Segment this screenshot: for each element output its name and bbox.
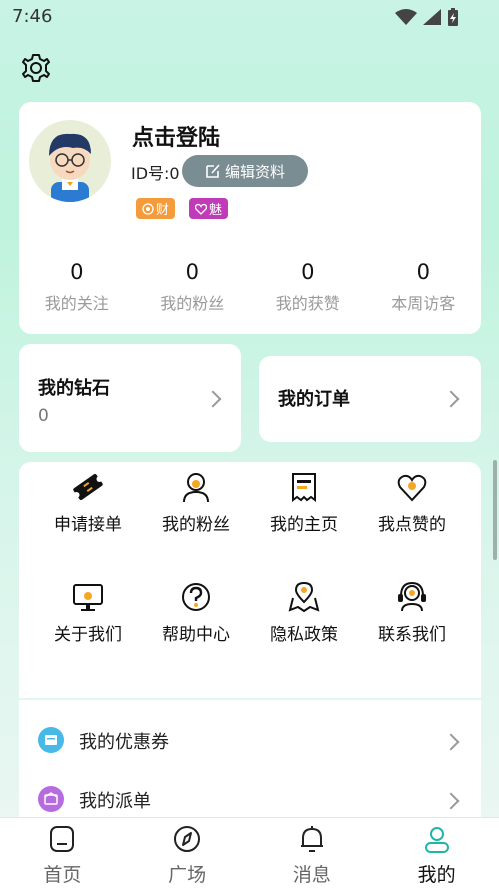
coin-icon	[142, 202, 154, 215]
signal-icon	[423, 9, 441, 25]
settings-gear-icon[interactable]	[20, 52, 52, 84]
login-prompt[interactable]: 点击登陆	[132, 120, 220, 152]
edit-icon	[206, 164, 220, 178]
order-title: 我的订单	[278, 389, 350, 410]
home-icon	[50, 826, 75, 852]
avatar[interactable]	[29, 120, 111, 202]
profile-card: 点击登陆 ID号:0 编辑资料 财 魅 0 我的关注 0 我的粉丝 0 我的获赞…	[19, 102, 481, 334]
chevron-right-icon	[442, 390, 460, 408]
dispatch-icon	[38, 786, 64, 812]
list-item-coupons[interactable]: 我的优惠券	[19, 713, 481, 769]
stat-fans[interactable]: 0 我的粉丝	[135, 260, 251, 314]
diamond-card[interactable]: 我的钻石 0	[19, 344, 241, 452]
profile-stats: 0 我的关注 0 我的粉丝 0 我的获赞 0 本周访客	[19, 260, 481, 314]
stat-likes[interactable]: 0 我的获赞	[250, 260, 366, 314]
map-pin-icon	[288, 581, 320, 613]
status-time: 7:46	[12, 6, 53, 27]
coupon-icon	[38, 727, 64, 753]
edit-profile-button[interactable]: 编辑资料	[182, 155, 308, 187]
wealth-badge: 财	[136, 198, 176, 219]
stat-following[interactable]: 0 我的关注	[19, 260, 135, 314]
charm-badge: 魅	[189, 198, 229, 219]
user-icon	[424, 827, 449, 853]
chevron-right-icon	[442, 792, 460, 810]
battery-icon	[448, 8, 458, 26]
heart-outline-icon	[195, 203, 207, 215]
chevron-right-icon	[204, 390, 222, 408]
receipt-icon	[292, 473, 316, 502]
tab-mine[interactable]: 我的	[374, 818, 499, 888]
feature-grid: 申请接单 我的粉丝 我的主页 我点赞的 关于我们 帮助中心 隐私政策 联系我们	[19, 462, 481, 698]
grid-item-contact-us[interactable]: 联系我们	[358, 580, 466, 645]
ticket-icon	[73, 474, 103, 500]
order-card[interactable]: 我的订单	[259, 356, 481, 442]
grid-item-liked[interactable]: 我点赞的	[358, 470, 466, 535]
scrollbar[interactable]	[493, 460, 497, 560]
chevron-right-icon	[442, 733, 460, 751]
grid-item-about-us[interactable]: 关于我们	[34, 580, 142, 645]
avatar-illustration	[49, 133, 91, 202]
grid-item-my-homepage[interactable]: 我的主页	[250, 470, 358, 535]
tab-messages[interactable]: 消息	[250, 818, 375, 888]
edit-profile-label: 编辑资料	[224, 162, 285, 181]
tab-home[interactable]: 首页	[0, 818, 125, 888]
bottom-tab-bar: 首页 广场 消息 我的	[0, 817, 499, 888]
question-icon	[182, 583, 210, 611]
status-bar: 7:46	[0, 0, 499, 36]
stat-visitors[interactable]: 0 本周访客	[366, 260, 482, 314]
heart-icon	[397, 474, 427, 502]
grid-item-privacy-policy[interactable]: 隐私政策	[250, 580, 358, 645]
person-icon	[183, 473, 209, 503]
wifi-icon	[395, 9, 417, 25]
tab-square[interactable]: 广场	[125, 818, 250, 888]
menu-list: 我的优惠券 我的派单	[19, 700, 481, 820]
diamond-value: 0	[38, 406, 49, 426]
user-id: ID号:0	[131, 164, 180, 183]
bell-icon	[300, 826, 323, 852]
diamond-title: 我的钻石	[38, 378, 110, 399]
compass-icon	[174, 826, 201, 852]
grid-item-my-fans[interactable]: 我的粉丝	[142, 470, 250, 535]
headset-icon	[398, 581, 426, 612]
monitor-icon	[73, 584, 103, 611]
grid-item-apply-orders[interactable]: 申请接单	[34, 470, 142, 535]
grid-item-help-center[interactable]: 帮助中心	[142, 580, 250, 645]
